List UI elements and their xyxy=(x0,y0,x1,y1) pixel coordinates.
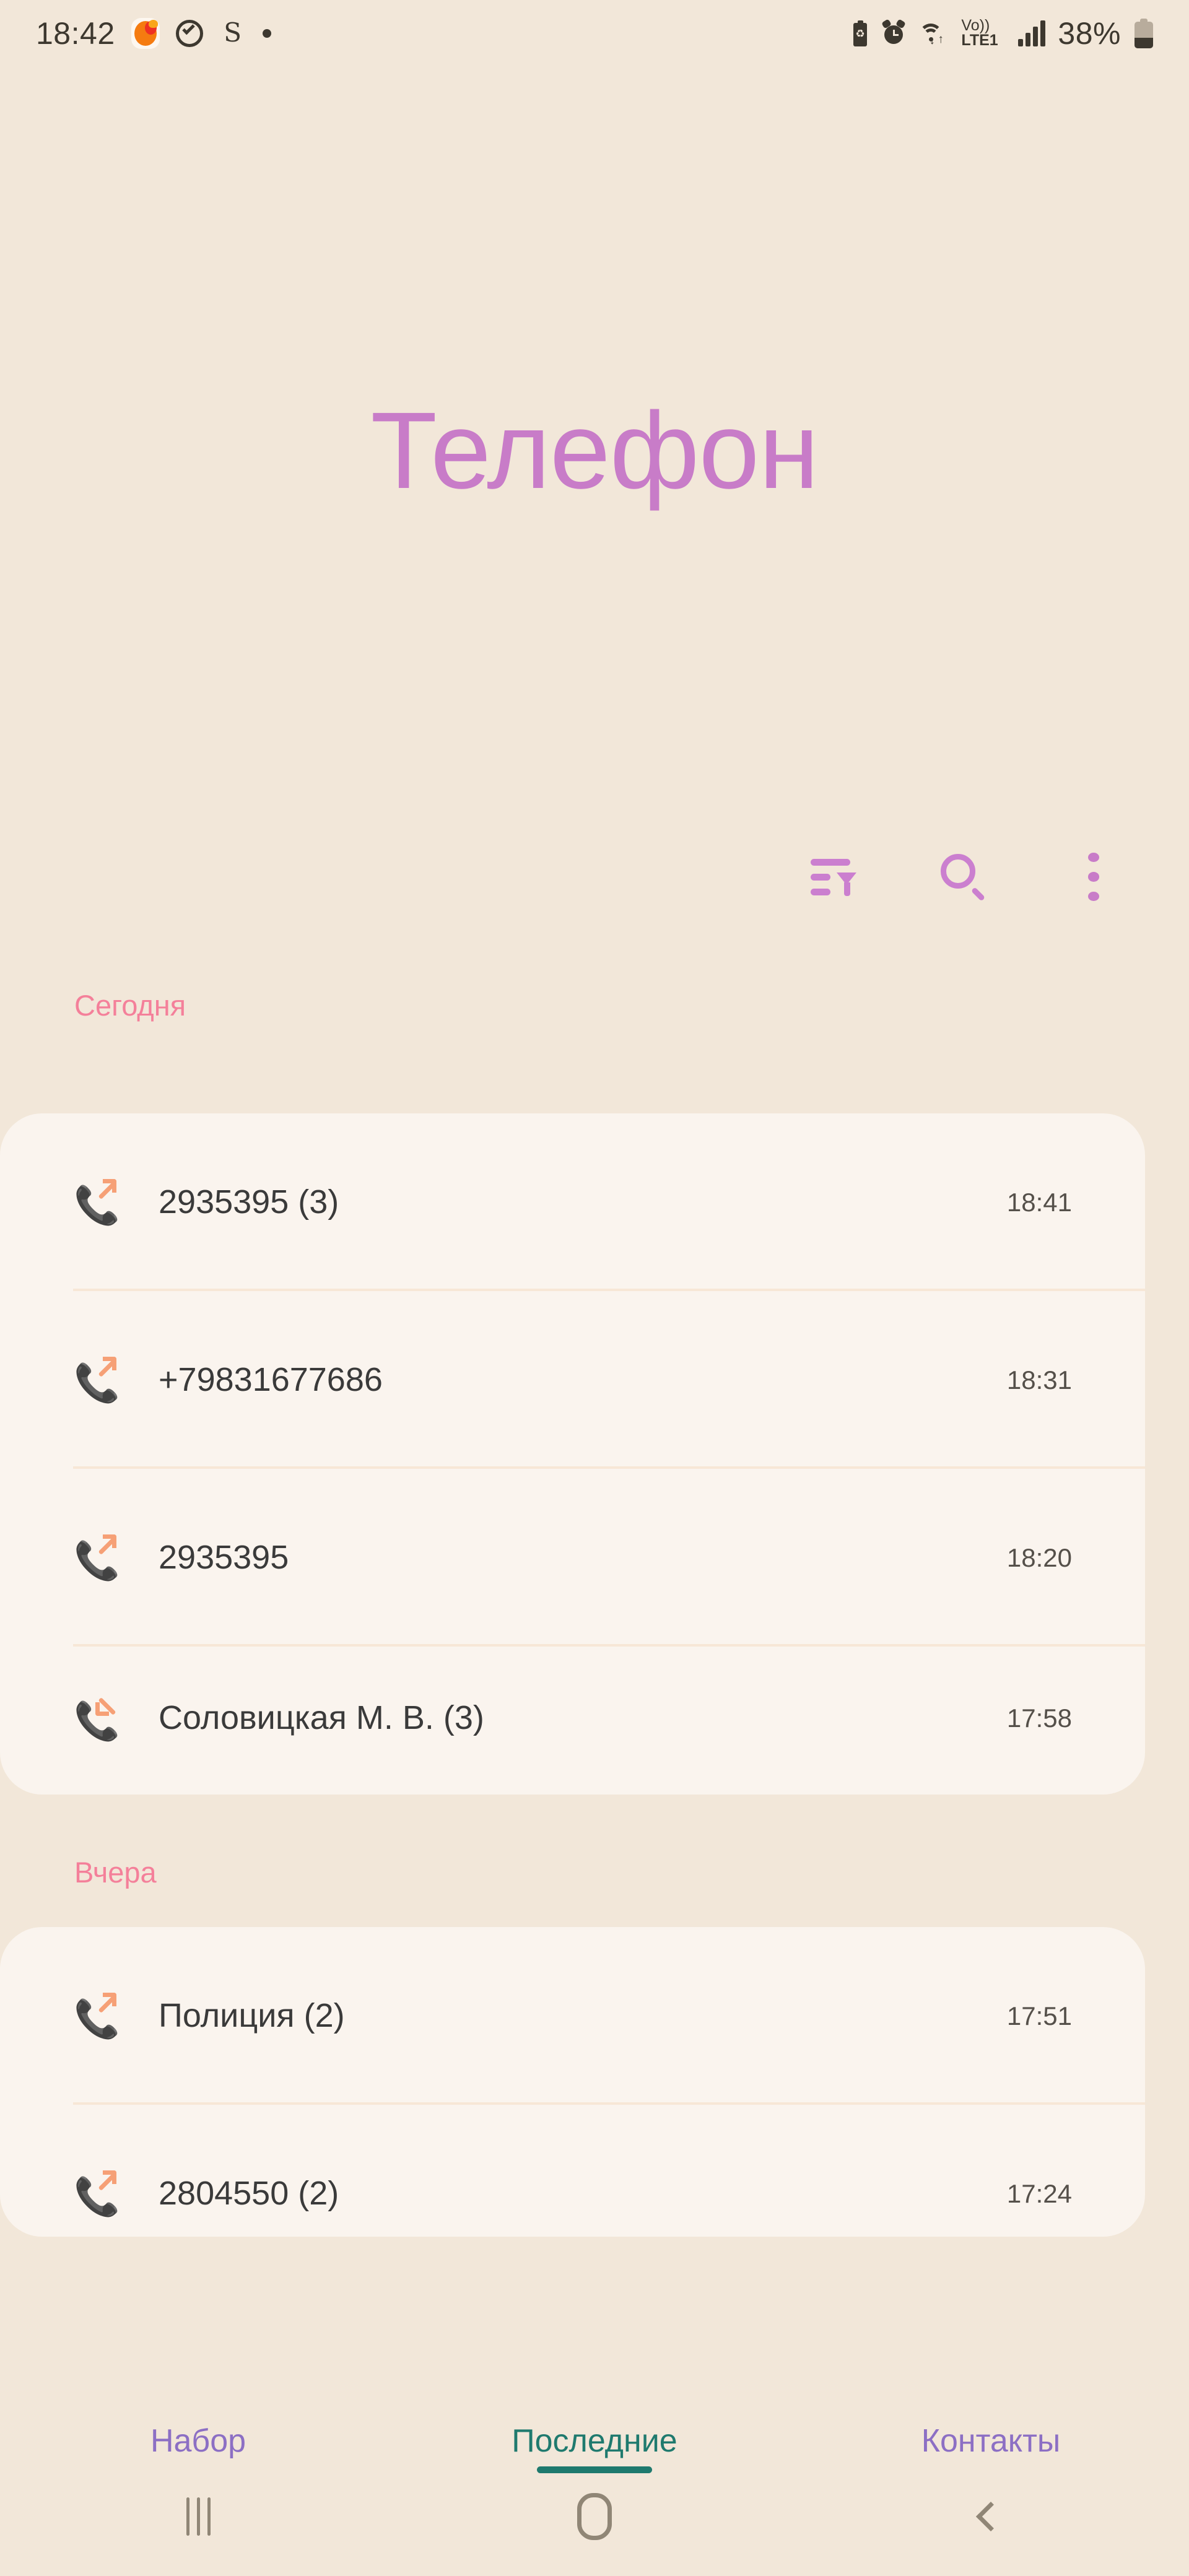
call-card-today: 📞 2935395 (3) 18:41 📞 +79831677686 18:31 xyxy=(0,1113,1145,1795)
call-direction-icon-wrap: 📞 xyxy=(73,2170,123,2216)
outgoing-call-icon: 📞 xyxy=(73,1992,120,2039)
status-clock: 18:42 xyxy=(36,16,115,51)
outgoing-call-icon: 📞 xyxy=(73,1356,120,1403)
tab-contacts-label: Контакты xyxy=(921,2423,1061,2459)
tab-contacts[interactable]: Контакты xyxy=(793,2419,1189,2457)
call-card-yesterday: 📞 Полиция (2) 17:51 📞 2804550 (2) 17:24 xyxy=(0,1927,1145,2237)
status-bar-right: ♻ ↓ ↑ Vo)) LTE1 38% xyxy=(851,18,1153,49)
call-name: Полиция (2) xyxy=(159,1996,345,2034)
table-row[interactable]: 📞 2935395 (3) 18:41 xyxy=(0,1113,1145,1291)
call-time: 18:41 xyxy=(1006,1187,1072,1217)
incoming-call-icon: 📞 xyxy=(73,1696,120,1741)
tab-dialpad-label: Набор xyxy=(150,2423,246,2459)
table-row[interactable]: 📞 2935395 18:20 xyxy=(0,1469,1145,1647)
tab-recents[interactable]: Последние xyxy=(396,2419,793,2473)
dot-icon xyxy=(262,29,271,38)
back-icon xyxy=(975,2501,1006,2532)
outgoing-call-icon: 📞 xyxy=(73,2170,120,2216)
call-name: 2804550 (2) xyxy=(159,2174,339,2212)
system-navigation-bar xyxy=(0,2457,1189,2576)
home-icon xyxy=(577,2493,612,2540)
check-circle-icon xyxy=(175,20,203,47)
battery-percent-label: 38% xyxy=(1058,16,1121,51)
filter-button[interactable] xyxy=(805,848,862,905)
home-button[interactable] xyxy=(396,2457,793,2576)
section-header-today: Сегодня xyxy=(74,989,186,1022)
call-name: Соловицкая М. В. (3) xyxy=(159,1699,484,1737)
table-row[interactable]: 📞 Соловицкая М. В. (3) 17:58 xyxy=(0,1647,1145,1790)
orange-blob-icon xyxy=(131,18,160,49)
recents-icon xyxy=(186,2497,211,2536)
volte-icon: Vo)) LTE1 xyxy=(961,18,1006,49)
s-glyph-icon: S xyxy=(224,17,242,48)
status-bar: 18:42 S ♻ ↓ ↑ Vo)) LTE1 38% xyxy=(0,0,1189,67)
search-icon xyxy=(939,853,988,902)
bottom-tab-bar: Набор Последние Контакты xyxy=(0,2419,1189,2473)
section-header-yesterday: Вчера xyxy=(74,1856,157,1889)
table-row[interactable]: 📞 +79831677686 18:31 xyxy=(0,1291,1145,1469)
search-button[interactable] xyxy=(935,848,992,905)
call-name: +79831677686 xyxy=(159,1360,383,1398)
filter-icon xyxy=(811,858,856,896)
call-name: 2935395 (3) xyxy=(159,1183,339,1221)
outgoing-call-icon: 📞 xyxy=(73,1178,120,1225)
page-title: Телефон xyxy=(370,390,819,511)
call-direction-icon-wrap: 📞 xyxy=(73,1356,123,1403)
call-time: 17:51 xyxy=(1006,2001,1072,2030)
call-time: 17:24 xyxy=(1006,2178,1072,2208)
call-direction-icon-wrap: 📞 xyxy=(73,1696,123,1741)
call-name: 2935395 xyxy=(159,1538,289,1576)
wifi-icon: ↓ ↑ xyxy=(918,20,949,47)
tab-recents-label: Последние xyxy=(512,2423,677,2459)
status-bar-left: 18:42 S xyxy=(36,18,271,49)
call-time: 18:31 xyxy=(1006,1365,1072,1395)
more-options-button[interactable] xyxy=(1065,848,1122,905)
alarm-icon xyxy=(881,19,907,46)
tab-dialpad[interactable]: Набор xyxy=(0,2419,396,2457)
phone-app-screen: 18:42 S ♻ ↓ ↑ Vo)) LTE1 38% Телефон Сего… xyxy=(0,0,1189,2576)
action-bar xyxy=(805,848,1122,905)
call-direction-icon-wrap: 📞 xyxy=(73,1534,123,1580)
signal-bars-icon xyxy=(1018,20,1046,46)
battery-icon xyxy=(1135,19,1153,48)
battery-saver-icon: ♻ xyxy=(851,20,869,46)
back-button[interactable] xyxy=(793,2457,1189,2576)
volte-bottom-label: LTE1 xyxy=(961,32,998,49)
call-time: 17:58 xyxy=(1006,1704,1072,1733)
call-direction-icon-wrap: 📞 xyxy=(73,1992,123,2039)
kebab-menu-icon xyxy=(1088,853,1099,901)
recents-button[interactable] xyxy=(0,2457,396,2576)
call-direction-icon-wrap: 📞 xyxy=(73,1178,123,1225)
outgoing-call-icon: 📞 xyxy=(73,1534,120,1580)
table-row[interactable]: 📞 2804550 (2) 17:24 xyxy=(0,2105,1145,2237)
call-time: 18:20 xyxy=(1006,1543,1072,1572)
table-row[interactable]: 📞 Полиция (2) 17:51 xyxy=(0,1927,1145,2105)
